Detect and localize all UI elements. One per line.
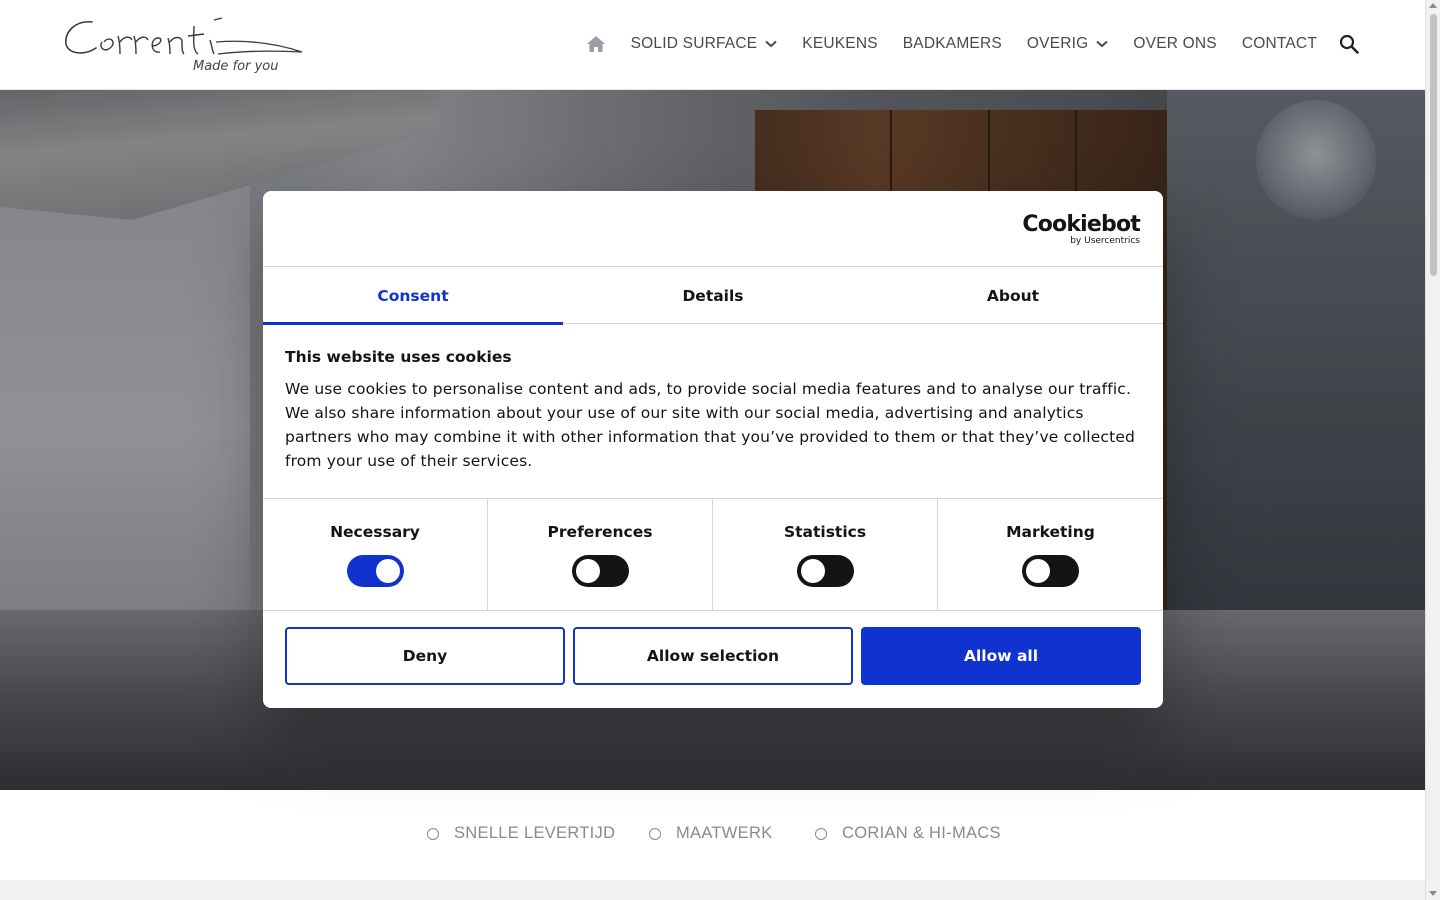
tab-about[interactable]: About — [863, 267, 1163, 324]
toggle-group-preferences: Preferences — [488, 499, 713, 611]
allow-selection-button[interactable]: Allow selection — [573, 627, 853, 685]
marketing-toggle[interactable] — [1022, 555, 1079, 587]
deny-button[interactable]: Deny — [285, 627, 565, 685]
consent-toggles: Necessary Preferences Statistics Marketi… — [263, 498, 1163, 611]
nav-home[interactable] — [586, 35, 606, 53]
next-section — [0, 880, 1425, 900]
scroll-up-icon[interactable] — [1429, 3, 1437, 8]
scrollbar-thumb[interactable] — [1430, 14, 1437, 276]
cookiebot-logo[interactable]: Cookiebot by Usercentrics — [1022, 212, 1140, 247]
necessary-toggle[interactable] — [346, 555, 404, 587]
tab-details[interactable]: Details — [563, 267, 863, 324]
search-button[interactable] — [1339, 34, 1359, 54]
toggle-label: Preferences — [547, 523, 653, 541]
feature-item: CORIAN & HI-MACS — [815, 824, 1001, 843]
circle-icon — [649, 827, 661, 840]
nav-item-over-ons[interactable]: OVER ONS — [1133, 35, 1216, 53]
nav-item-label: CONTACT — [1241, 35, 1317, 52]
logo[interactable]: Made for you — [62, 12, 307, 78]
cookie-consent-dialog: Cookiebot by Usercentrics Consent Detail… — [263, 191, 1163, 708]
allow-all-button[interactable]: Allow all — [861, 627, 1141, 685]
circle-icon — [427, 827, 439, 840]
nav-item-label: KEUKENS — [802, 35, 878, 52]
dialog-header: Cookiebot by Usercentrics — [263, 191, 1163, 267]
toggle-group-necessary: Necessary — [263, 499, 488, 611]
dialog-buttons: Deny Allow selection Allow all — [285, 627, 1141, 685]
toggle-knob — [1026, 559, 1050, 583]
main-nav: SOLID SURFACE KEUKENS BADKAMERS OVERIG O… — [586, 26, 1359, 62]
feature-item: MAATWERK — [649, 824, 773, 843]
feature-label: CORIAN & HI-MACS — [842, 824, 1001, 842]
nav-item-label: SOLID SURFACE — [630, 35, 758, 52]
toggle-label: Necessary — [330, 523, 420, 541]
dialog-title: This website uses cookies — [285, 348, 512, 366]
statistics-toggle[interactable] — [796, 555, 854, 587]
nav-item-solid-surface[interactable]: SOLID SURFACE — [631, 35, 778, 53]
scroll-down-icon[interactable] — [1429, 891, 1437, 896]
tab-consent[interactable]: Consent — [263, 267, 563, 325]
nav-item-contact[interactable]: CONTACT — [1242, 35, 1317, 53]
feature-label: MAATWERK — [676, 824, 773, 842]
nav-item-label: BADKAMERS — [902, 35, 1002, 52]
toggle-label: Marketing — [1006, 523, 1095, 541]
site-header: Made for you SOLID SURFACE KEUKENS BADKA… — [0, 0, 1425, 90]
search-icon — [1339, 34, 1359, 54]
toggle-knob — [375, 559, 400, 583]
feature-item: SNELLE LEVERTIJD — [427, 824, 615, 843]
circle-icon — [815, 827, 827, 840]
preferences-toggle[interactable] — [571, 555, 629, 587]
feature-label: SNELLE LEVERTIJD — [454, 824, 616, 842]
nav-item-badkamers[interactable]: BADKAMERS — [903, 35, 1002, 53]
dialog-description: We use cookies to personalise content an… — [285, 380, 1136, 470]
toggle-label: Statistics — [783, 523, 867, 541]
chevron-down-icon — [765, 40, 777, 48]
nav-item-label: OVERIG — [1026, 35, 1089, 52]
toggle-group-marketing: Marketing — [938, 499, 1163, 611]
brand-name: Cookiebot — [1022, 212, 1140, 237]
nav-item-overig[interactable]: OVERIG — [1027, 35, 1109, 53]
logo-tagline: Made for you — [193, 59, 279, 74]
toggle-knob — [800, 559, 825, 583]
nav-item-label: OVER ONS — [1133, 35, 1217, 52]
brand-sub: by Usercentrics — [1070, 236, 1140, 246]
dialog-tabs: Consent Details About — [263, 267, 1163, 325]
logo-script — [65, 17, 303, 55]
chevron-down-icon — [1096, 40, 1109, 48]
feature-strip: SNELLE LEVERTIJD MAATWERK CORIAN & HI-MA… — [0, 790, 1425, 880]
page-scrollbar[interactable] — [1425, 0, 1440, 900]
nav-item-keukens[interactable]: KEUKENS — [802, 35, 877, 53]
toggle-knob — [575, 559, 600, 583]
home-icon — [586, 36, 605, 52]
dialog-body: This website uses cookies We use cookies… — [285, 348, 1141, 473]
toggle-group-statistics: Statistics — [713, 499, 938, 611]
